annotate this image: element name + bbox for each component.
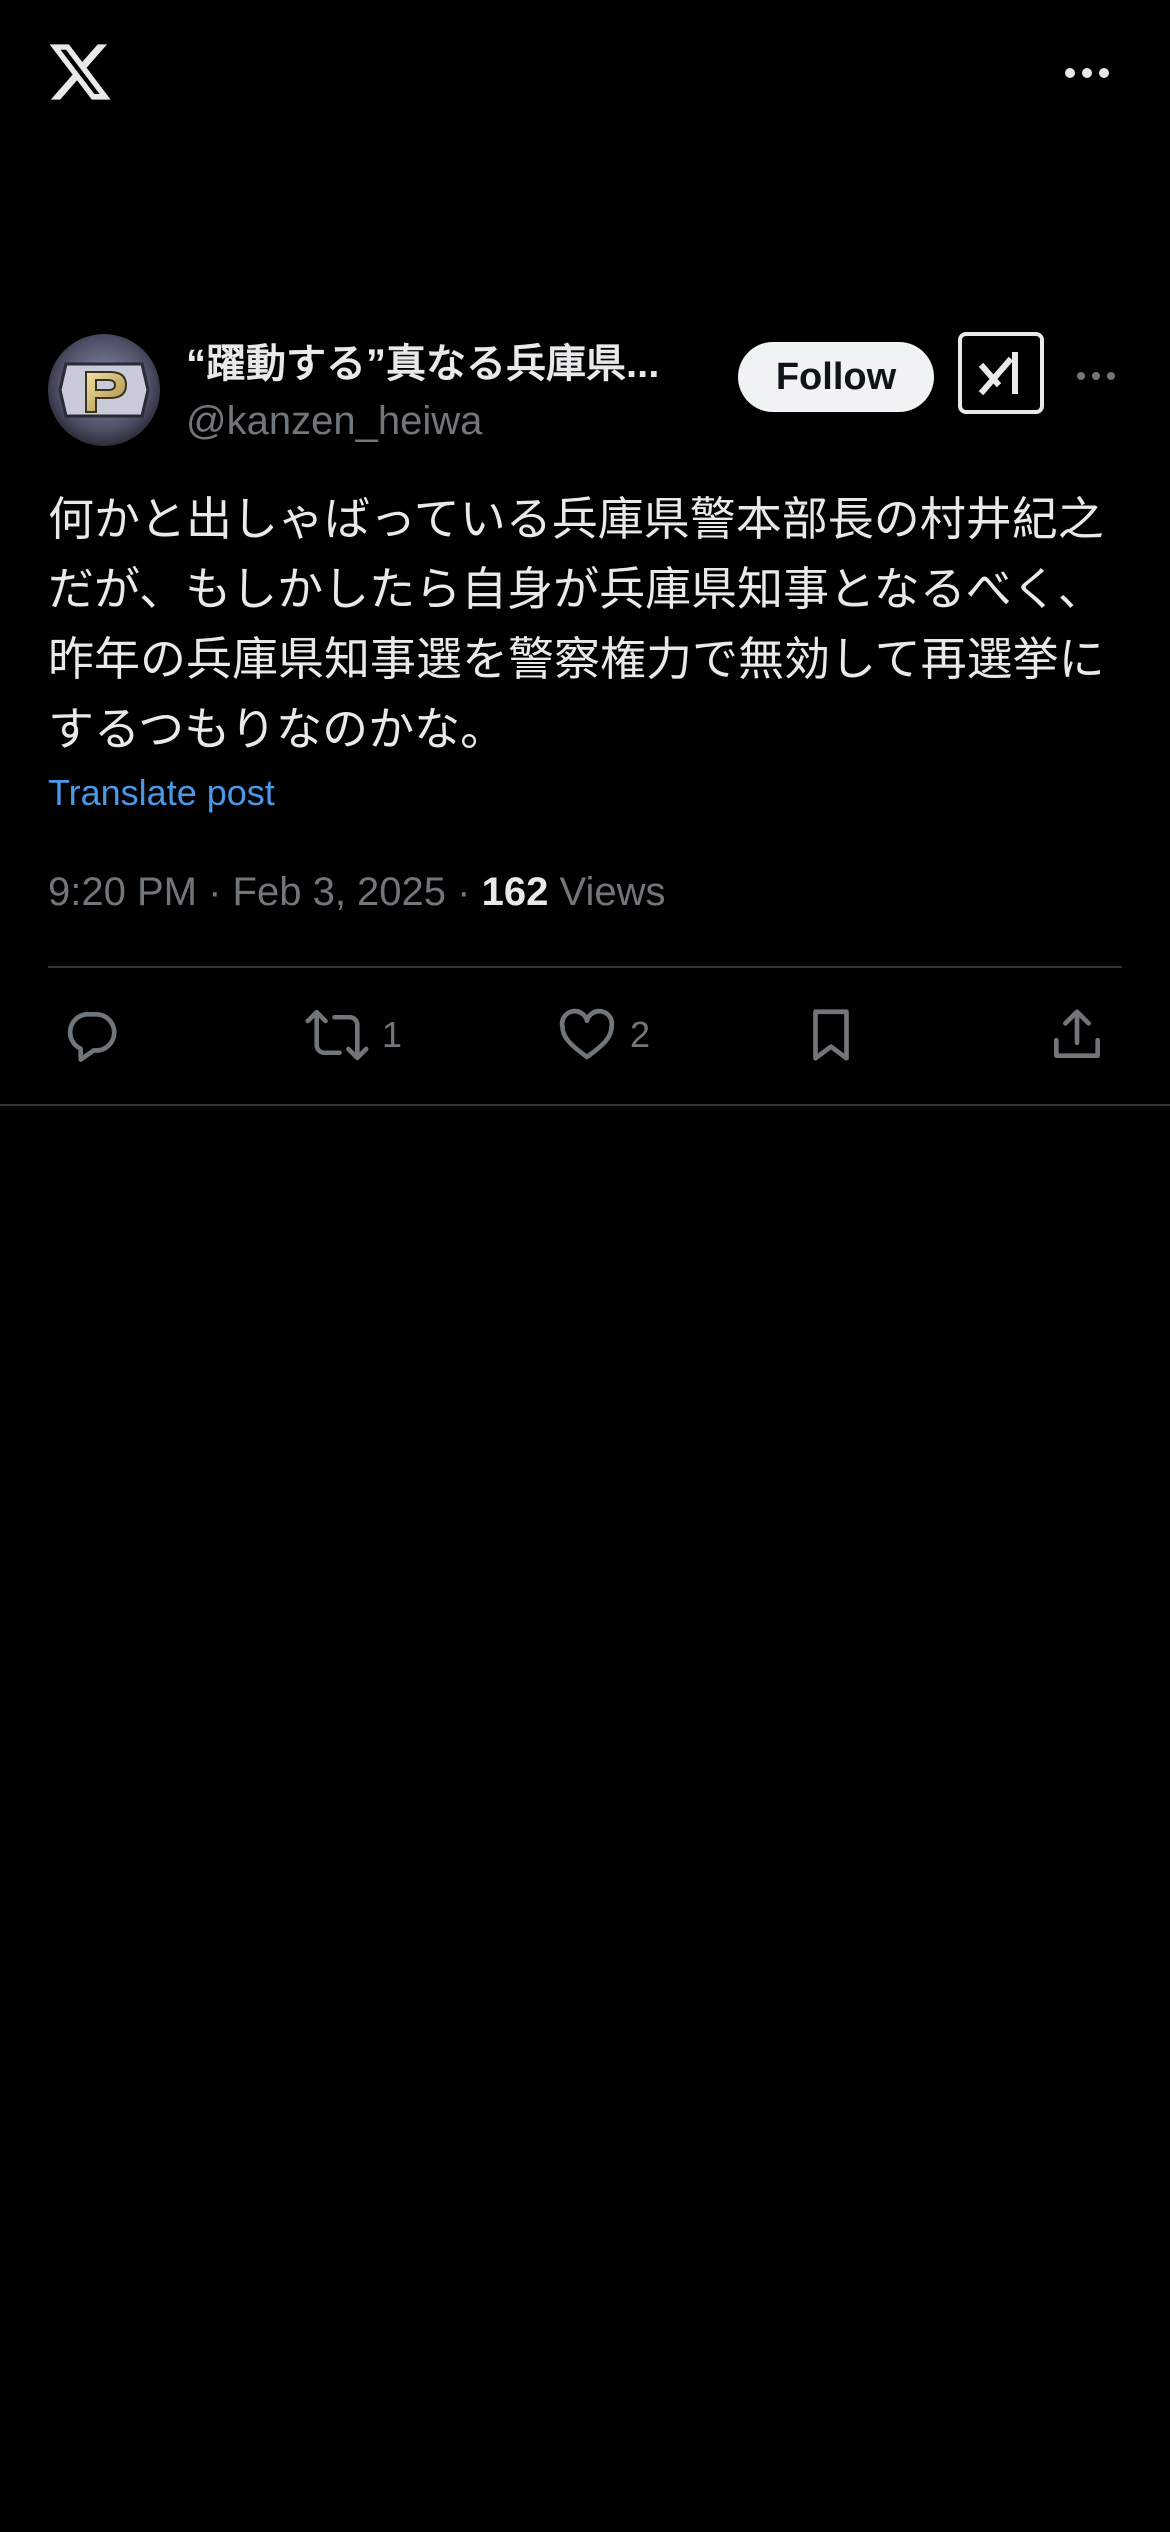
post-text: 何かと出しゃばっている兵庫県警本部長の村井紀之だが、もしかしたら自身が兵庫県知事… [48, 492, 1105, 756]
divider [0, 1104, 1170, 1106]
bookmark-icon [800, 1004, 862, 1066]
separator: · [208, 870, 222, 914]
repost-icon [304, 1004, 370, 1066]
bookmark-button[interactable] [800, 1002, 862, 1068]
like-button[interactable]: 2 [556, 1002, 650, 1068]
reply-button[interactable] [60, 1002, 122, 1068]
action-bar: 1 2 [0, 968, 1170, 1104]
follow-button[interactable]: Follow [738, 342, 934, 412]
grok-icon[interactable] [958, 332, 1044, 414]
share-icon [1046, 1004, 1108, 1066]
post-author: “躍動する”真なる兵庫県... @kanzen_heiwa Follow [0, 330, 1170, 450]
heart-icon [556, 1004, 618, 1066]
like-count: 2 [630, 1014, 651, 1055]
avatar[interactable] [48, 334, 160, 446]
views-label: Views [559, 870, 666, 914]
author-handle[interactable]: @kanzen_heiwa [186, 396, 482, 446]
top-bar [0, 0, 1170, 150]
x-logo-icon[interactable] [46, 38, 114, 106]
repost-button[interactable]: 1 [304, 1002, 402, 1068]
share-button[interactable] [1046, 1002, 1108, 1068]
post-date[interactable]: Feb 3, 2025 [233, 870, 447, 914]
separator: · [457, 870, 471, 914]
views-count: 162 [481, 870, 549, 914]
post-time[interactable]: 9:20 PM [48, 870, 197, 914]
translate-post-link[interactable]: Translate post [48, 768, 275, 818]
more-options-icon[interactable] [1062, 58, 1112, 88]
repost-count: 1 [382, 1014, 403, 1055]
post-more-icon[interactable] [1074, 364, 1118, 388]
author-display-name[interactable]: “躍動する”真なる兵庫県... [186, 336, 696, 392]
post-meta: 9:20 PM · Feb 3, 2025 · 162 Views [48, 864, 665, 920]
reply-icon [60, 1004, 122, 1066]
